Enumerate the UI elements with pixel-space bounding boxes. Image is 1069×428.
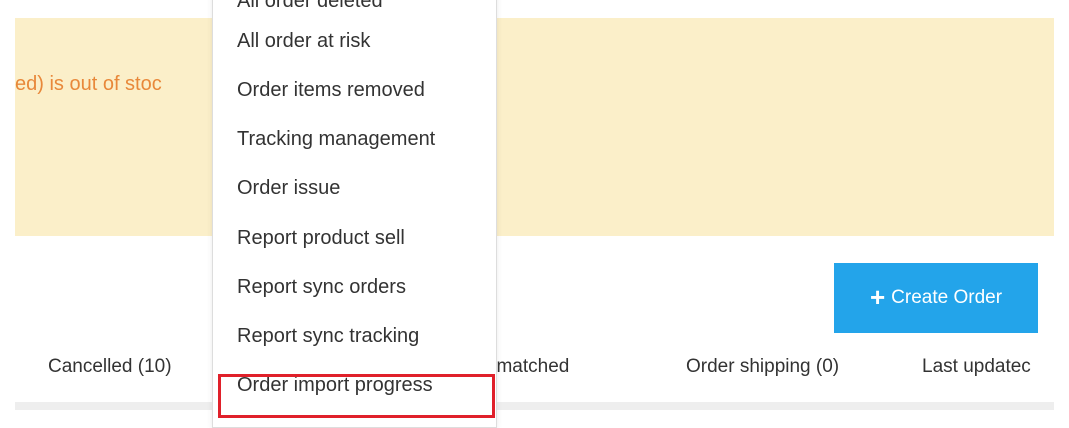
menu-item-report-product-sell[interactable]: Report product sell xyxy=(237,227,405,250)
tabs-divider xyxy=(15,402,1054,410)
alert-message: ed) is out of stoc xyxy=(15,73,162,95)
plus-icon: + xyxy=(869,281,886,312)
tab-order-shipping[interactable]: Order shipping (0) xyxy=(686,356,839,378)
menu-item-order-items-removed[interactable]: Order items removed xyxy=(237,79,425,102)
highlight-box xyxy=(218,374,495,418)
menu-item-all-order-deleted[interactable]: All order deleted xyxy=(237,0,383,13)
menu-item-order-issue[interactable]: Order issue xyxy=(237,177,340,200)
menu-item-report-sync-orders[interactable]: Report sync orders xyxy=(237,276,406,299)
out-of-stock-alert xyxy=(15,18,1054,236)
create-order-label: Create Order xyxy=(891,287,1003,308)
more-reports-dropdown: All order deleted All order at risk Orde… xyxy=(212,0,497,428)
menu-item-all-order-at-risk[interactable]: All order at risk xyxy=(237,30,370,53)
tab-last-updated[interactable]: Last updatec xyxy=(922,356,1054,378)
menu-item-report-sync-tracking[interactable]: Report sync tracking xyxy=(237,325,419,348)
create-order-button[interactable]: + Create Order xyxy=(834,263,1038,333)
menu-item-tracking-management[interactable]: Tracking management xyxy=(237,128,435,151)
tab-cancelled[interactable]: Cancelled (10) xyxy=(48,356,172,378)
